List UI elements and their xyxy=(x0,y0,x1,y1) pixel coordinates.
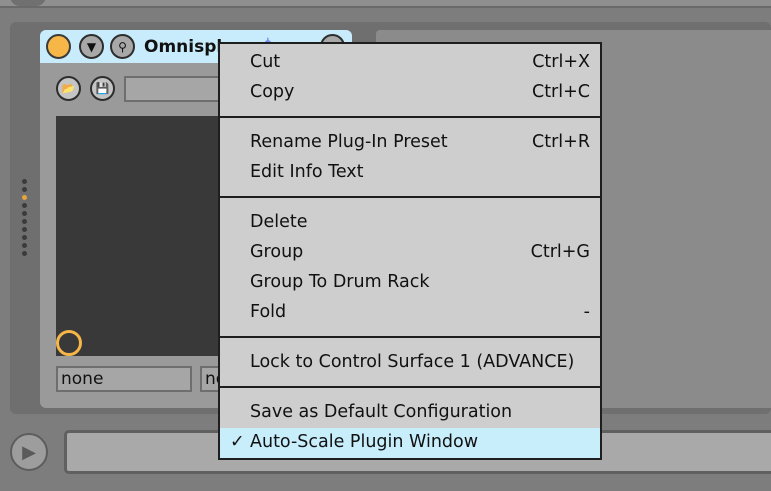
folder-icon: 📂 xyxy=(61,82,76,95)
menu-item-cut[interactable]: Cut Ctrl+X xyxy=(220,48,600,78)
parameter-field[interactable]: none xyxy=(56,366,192,392)
plugin-knob[interactable] xyxy=(56,330,82,356)
menu-item-group-to-drum-rack[interactable]: Group To Drum Rack xyxy=(220,268,600,298)
menu-item-fold[interactable]: Fold - xyxy=(220,298,600,328)
device-title: Omnisph xyxy=(144,37,229,57)
hot-swap-button[interactable]: ⚲ xyxy=(110,34,135,59)
fold-button[interactable]: ▼ xyxy=(79,34,104,59)
top-strip xyxy=(0,0,771,8)
play-button[interactable]: ▶ xyxy=(10,433,48,471)
context-menu: Cut Ctrl+X Copy Ctrl+C Rename Plug-In Pr… xyxy=(218,42,602,460)
menu-item-label: Edit Info Text xyxy=(250,162,364,182)
menu-item-group[interactable]: Group Ctrl+G xyxy=(220,238,600,268)
open-preset-button[interactable]: 📂 xyxy=(56,76,81,101)
menu-item-save-as-default-configuration[interactable]: Save as Default Configuration xyxy=(220,398,600,428)
wrench-icon: ⚲ xyxy=(118,39,127,54)
menu-item-shortcut: Ctrl+R xyxy=(532,132,590,152)
menu-item-shortcut: Ctrl+X xyxy=(532,52,590,72)
menu-item-label: Auto-Scale Plugin Window xyxy=(250,432,479,452)
menu-item-label: Save as Default Configuration xyxy=(250,402,513,422)
page-dot[interactable] xyxy=(22,219,27,224)
page-dot[interactable] xyxy=(22,243,27,248)
play-icon: ▶ xyxy=(22,441,36,463)
checkmark-icon: ✓ xyxy=(230,432,245,452)
menu-separator xyxy=(220,116,600,118)
chevron-down-icon: ▼ xyxy=(86,39,97,54)
menu-item-edit-info-text[interactable]: Edit Info Text xyxy=(220,158,600,188)
menu-item-label: Group To Drum Rack xyxy=(250,272,430,292)
menu-separator xyxy=(220,386,600,388)
menu-item-copy[interactable]: Copy Ctrl+C xyxy=(220,78,600,108)
page-dot[interactable] xyxy=(22,227,27,232)
menu-item-label: Group xyxy=(250,242,304,262)
menu-item-label: Cut xyxy=(250,52,281,72)
page-dot-active[interactable] xyxy=(22,195,27,200)
page-dot[interactable] xyxy=(22,179,27,184)
page-dot[interactable] xyxy=(22,251,27,256)
page-dot[interactable] xyxy=(22,235,27,240)
menu-item-shortcut: - xyxy=(583,302,590,322)
menu-item-shortcut: Ctrl+G xyxy=(530,242,590,262)
page-dot[interactable] xyxy=(22,203,27,208)
menu-separator xyxy=(220,196,600,198)
menu-item-shortcut: Ctrl+C xyxy=(531,82,590,102)
menu-item-auto-scale-plugin-window[interactable]: ✓ Auto-Scale Plugin Window xyxy=(220,428,600,458)
menu-separator xyxy=(220,336,600,338)
menu-item-label: Delete xyxy=(250,212,308,232)
menu-item-label: Rename Plug-In Preset xyxy=(250,132,448,152)
menu-item-label: Copy xyxy=(250,82,295,102)
page-dot[interactable] xyxy=(22,187,27,192)
save-icon: 💾 xyxy=(95,82,110,95)
device-activator-button[interactable] xyxy=(46,34,71,59)
save-preset-button[interactable]: 💾 xyxy=(90,76,115,101)
menu-item-label: Fold xyxy=(250,302,287,322)
page-dot[interactable] xyxy=(22,211,27,216)
menu-item-delete[interactable]: Delete xyxy=(220,208,600,238)
menu-item-rename-plugin-preset[interactable]: Rename Plug-In Preset Ctrl+R xyxy=(220,128,600,158)
menu-item-label: Lock to Control Surface 1 (ADVANCE) xyxy=(250,352,575,372)
menu-item-lock-to-control-surface[interactable]: Lock to Control Surface 1 (ADVANCE) xyxy=(220,348,600,378)
